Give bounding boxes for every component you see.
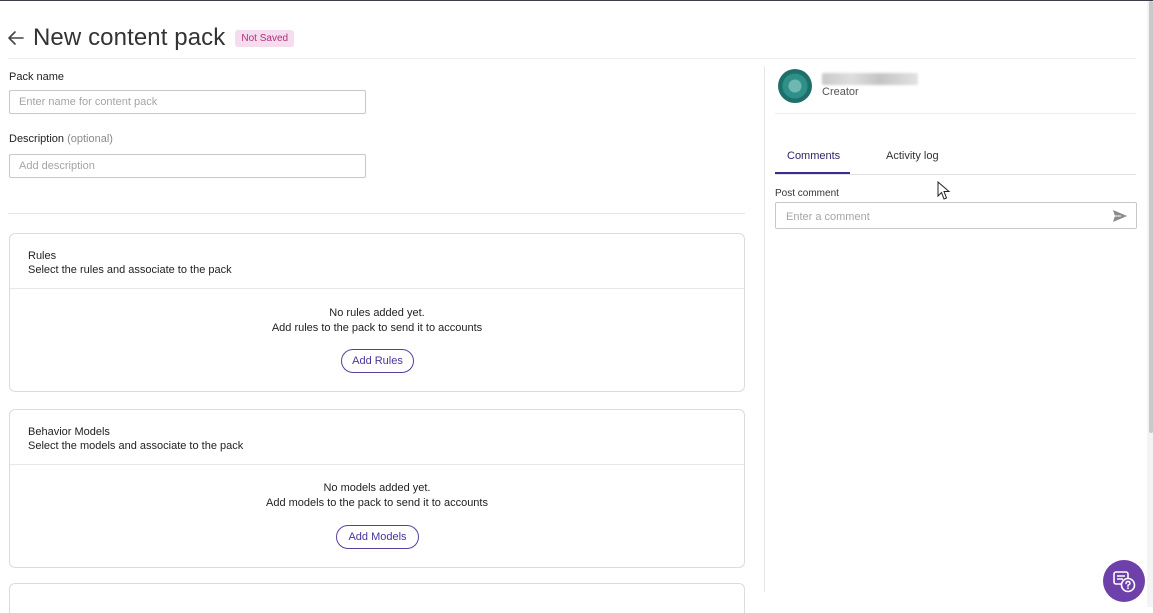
add-rules-button[interactable]: Add Rules [341, 349, 414, 373]
pack-name-label: Pack name [9, 71, 65, 83]
window-top-border [0, 0, 1153, 1]
scrollbar-thumb[interactable] [1149, 1, 1153, 433]
description-label: Description (optional) [9, 133, 113, 145]
models-empty-title: No models added yet. [323, 482, 431, 494]
status-badge: Not Saved [235, 29, 295, 47]
models-card-divider [10, 464, 744, 465]
rules-card-title: Rules [28, 250, 57, 262]
form-divider [8, 213, 745, 214]
rules-card: Rules Select the rules and associate to … [9, 233, 745, 392]
back-arrow-icon[interactable] [6, 28, 26, 48]
page-header: New content pack Not Saved [6, 20, 295, 56]
user-divider [775, 113, 1136, 114]
add-models-button[interactable]: Add Models [336, 525, 419, 549]
tab-activity-log[interactable]: Activity log [886, 150, 939, 162]
panel-divider [764, 66, 765, 592]
rules-empty-title: No rules added yet. [329, 307, 425, 319]
models-card-title: Behavior Models [28, 426, 110, 438]
pack-name-input[interactable] [9, 90, 366, 114]
page-title: New content pack [33, 24, 226, 51]
header-divider [8, 58, 1136, 59]
description-input[interactable] [9, 154, 366, 178]
description-optional: (optional) [67, 133, 113, 145]
rules-card-divider [10, 288, 744, 289]
description-label-text: Description [9, 133, 65, 145]
comment-input[interactable] [784, 203, 1108, 230]
tab-comments[interactable]: Comments [787, 150, 840, 162]
next-card-partial [9, 583, 745, 613]
mouse-cursor-icon [937, 181, 951, 200]
user-role: Creator [822, 86, 859, 98]
rules-empty-desc: Add rules to the pack to send it to acco… [271, 322, 483, 334]
user-name-redacted [822, 73, 918, 85]
post-comment-label: Post comment [775, 188, 839, 199]
comment-box [775, 202, 1137, 230]
help-chat-icon[interactable] [1103, 560, 1145, 602]
rules-card-subtitle: Select the rules and associate to the pa… [28, 264, 232, 276]
behavior-models-card: Behavior Models Select the models and as… [9, 409, 745, 568]
send-icon[interactable] [1112, 209, 1128, 223]
avatar [778, 69, 812, 103]
models-empty-desc: Add models to the pack to send it to acc… [266, 497, 488, 509]
models-card-subtitle: Select the models and associate to the p… [28, 440, 244, 452]
tabs-divider [775, 174, 1136, 175]
